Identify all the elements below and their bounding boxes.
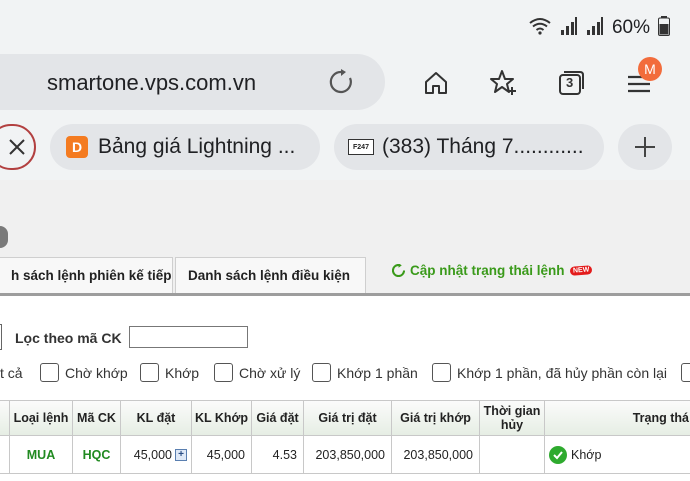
tab-bang-gia[interactable]: D Bảng giá Lightning ... xyxy=(50,124,320,170)
tab-title: (383) Tháng 7............ xyxy=(382,135,584,158)
signal-icon xyxy=(586,16,604,40)
tab-next-session-orders[interactable]: h sách lệnh phiên kế tiếp xyxy=(0,257,173,293)
column-header: Mã CK xyxy=(73,400,121,436)
address-bar-row: smartone.vps.com.vn 3 M xyxy=(0,52,690,114)
order-type-cell: MUA xyxy=(10,436,73,474)
battery-percent: 60% xyxy=(611,17,650,38)
column-header: Loại lệnh xyxy=(10,400,73,436)
status-text: Khớp xyxy=(571,447,602,462)
column-header: Giá đặt xyxy=(252,400,304,436)
checkbox-label: Chờ khớp xyxy=(65,365,128,381)
expand-plus-icon[interactable]: + xyxy=(175,448,187,461)
signal-icon xyxy=(560,16,578,40)
checkbox-khop-1-phan[interactable] xyxy=(312,363,331,382)
column-header: Trạng thá xyxy=(545,400,690,436)
wifi-icon xyxy=(528,16,552,40)
checkbox-more[interactable] xyxy=(681,363,690,382)
column-header: Giá trị đặt xyxy=(304,400,392,436)
matched-value-cell: 203,850,000 xyxy=(392,436,480,474)
tab-conditional-orders[interactable]: Danh sách lệnh điều kiện xyxy=(175,257,366,293)
column-header: Thời gian hủy xyxy=(480,400,545,436)
reload-icon[interactable] xyxy=(327,68,355,96)
tab-count: 3 xyxy=(566,75,574,90)
menu-button[interactable]: M xyxy=(622,57,662,100)
star-add-icon xyxy=(490,70,516,95)
cropped-control[interactable] xyxy=(0,324,2,350)
checkbox-khop[interactable] xyxy=(140,363,159,382)
close-tab-button[interactable] xyxy=(0,124,36,170)
checkbox-cho-khop[interactable] xyxy=(40,363,59,382)
tab-label: Danh sách lệnh điều kiện xyxy=(188,268,351,283)
tab-title: Bảng giá Lightning ... xyxy=(98,135,296,158)
tab-label: h sách lệnh phiên kế tiếp xyxy=(11,268,172,283)
matched-quantity-cell: 45,000 xyxy=(192,436,252,474)
checkbox-label: t cả xyxy=(0,365,23,381)
column-header xyxy=(0,400,10,436)
status-bar: 60% xyxy=(0,0,690,52)
home-button[interactable] xyxy=(419,66,453,100)
tab-strip: D Bảng giá Lightning ... F247 (383) Thán… xyxy=(0,114,690,180)
check-icon xyxy=(549,445,567,464)
bookmark-button[interactable] xyxy=(487,66,521,100)
filter-row: Lọc theo mã CK xyxy=(15,326,122,350)
column-header: KL Khớp xyxy=(192,400,252,436)
section-divider xyxy=(0,293,690,296)
status-cell: Khớp xyxy=(545,436,690,474)
new-badge: NEW xyxy=(569,265,593,276)
column-header: KL đặt xyxy=(121,400,192,436)
new-tab-button[interactable] xyxy=(618,124,672,170)
refresh-icon xyxy=(392,264,405,277)
plus-icon xyxy=(635,137,655,157)
tab-f247[interactable]: F247 (383) Tháng 7............ xyxy=(334,124,604,170)
status-filter-checkboxes: t cả Chờ khớp Khớp Chờ xử lý Khớp 1 phần… xyxy=(0,363,690,385)
tab-favicon: F247 xyxy=(348,139,374,155)
table-header-row: Loại lệnh Mã CK KL đặt KL Khớp Giá đặt G… xyxy=(0,400,690,436)
cancel-time-cell xyxy=(480,436,545,474)
stock-code-filter-input[interactable] xyxy=(129,326,248,348)
avatar[interactable]: M xyxy=(638,57,662,81)
row-cell xyxy=(0,436,10,474)
home-icon xyxy=(425,72,447,94)
phone-screen: 60% smartone.vps.com.vn 3 M D Bảng giá L… xyxy=(0,0,690,481)
update-status-label: Cập nhật trạng thái lệnh xyxy=(410,263,565,278)
url-text[interactable]: smartone.vps.com.vn xyxy=(47,70,256,96)
update-status-link[interactable]: Cập nhật trạng thái lệnh NEW xyxy=(392,263,593,278)
address-bar[interactable]: smartone.vps.com.vn xyxy=(0,54,385,110)
order-quantity: 45,000 xyxy=(133,447,172,462)
tab-favicon: D xyxy=(66,136,88,158)
stock-code-cell: HQC xyxy=(73,436,121,474)
checkbox-label: Chờ xử lý xyxy=(239,365,301,381)
checkbox-label: Khớp 1 phần xyxy=(337,365,418,381)
checkbox-label: Khớp 1 phần, đã hủy phần còn lại xyxy=(457,365,668,381)
order-quantity-cell: 45,000 + xyxy=(121,436,192,474)
filter-label: Lọc theo mã CK xyxy=(15,330,122,346)
tabs-button[interactable]: 3 xyxy=(554,66,588,100)
column-header: Giá trị khớp xyxy=(392,400,480,436)
order-value-cell: 203,850,000 xyxy=(304,436,392,474)
battery-icon xyxy=(658,16,670,40)
checkbox-cho-xu-ly[interactable] xyxy=(214,363,233,382)
checkbox-khop-1-phan-da-huy[interactable] xyxy=(432,363,451,382)
web-content: h sách lệnh phiên kế tiếp Danh sách lệnh… xyxy=(0,180,690,481)
table-row[interactable]: MUA HQC 45,000 + 45,000 4.53 203,850,000… xyxy=(0,436,690,474)
close-icon xyxy=(9,139,25,155)
checkbox-label: Khớp xyxy=(165,365,200,381)
order-price-cell: 4.53 xyxy=(252,436,304,474)
